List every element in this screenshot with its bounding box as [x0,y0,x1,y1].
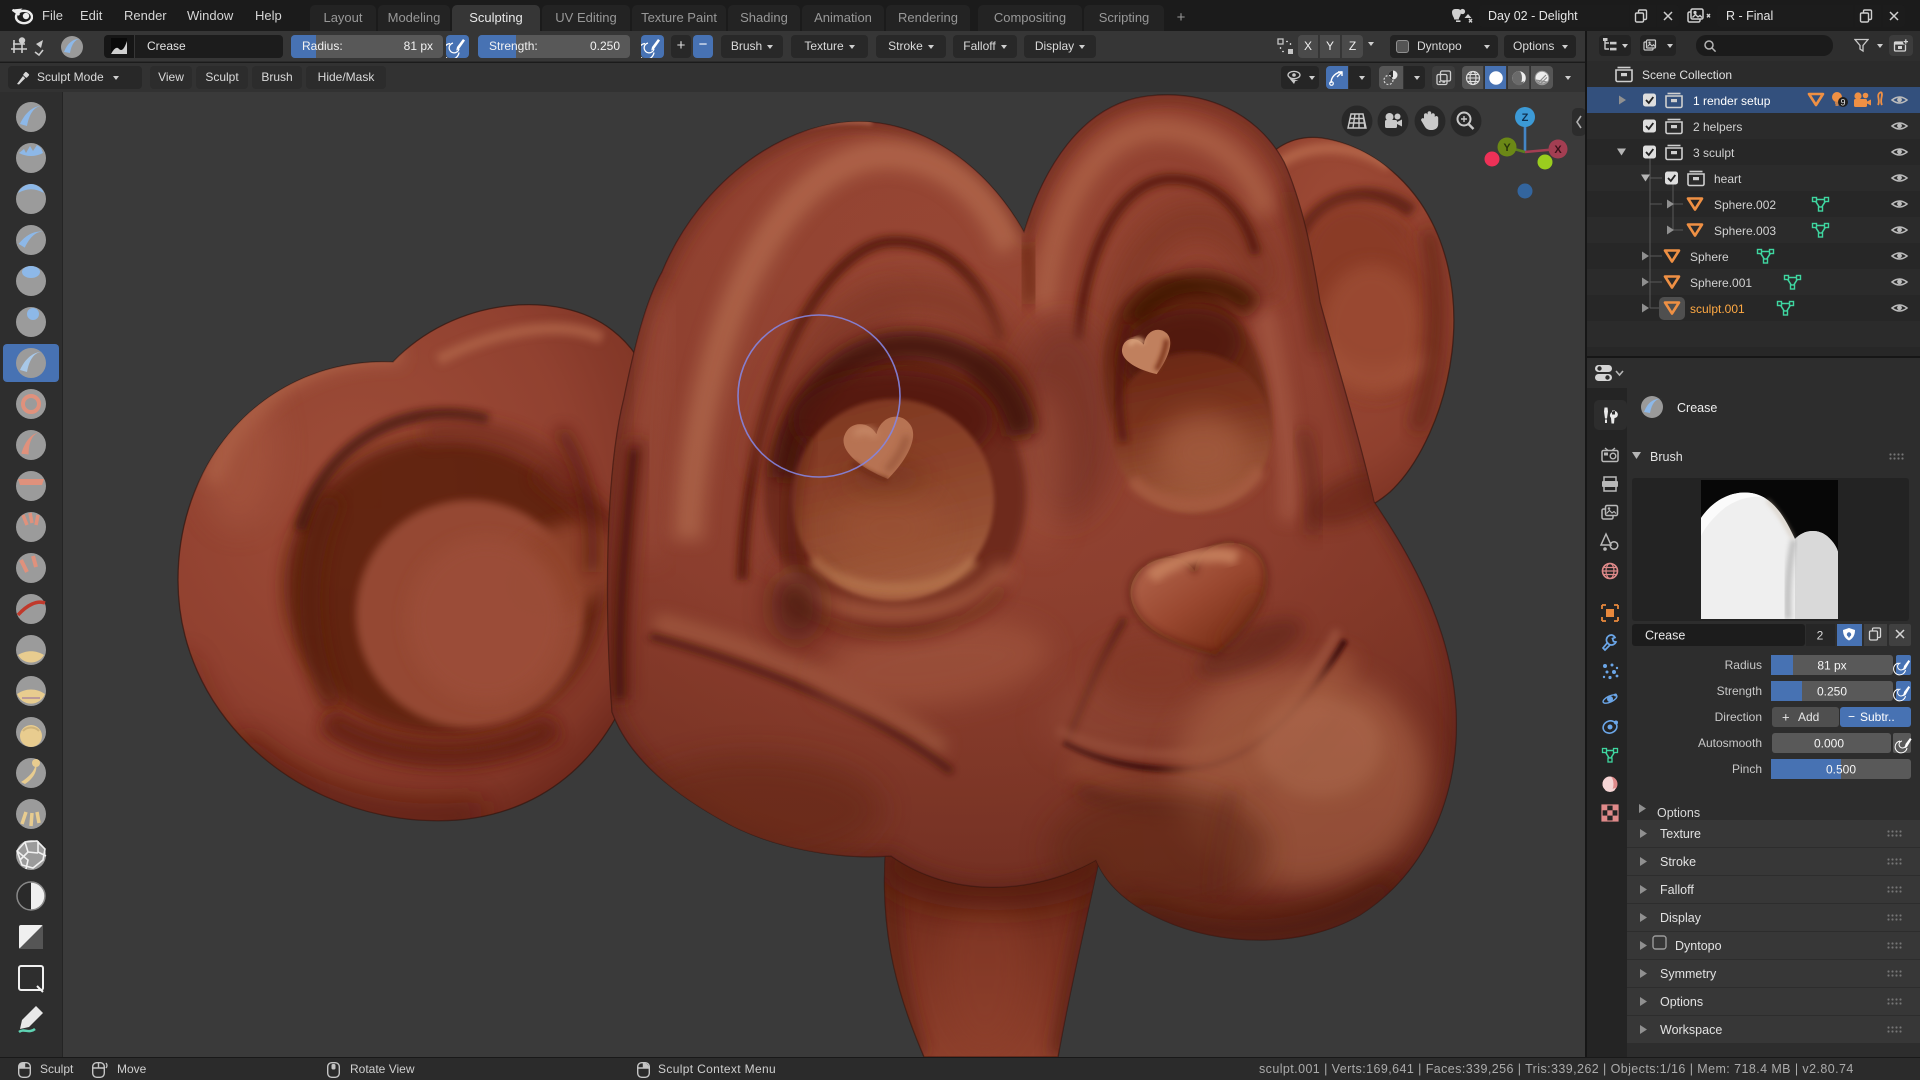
svg-text:Workspace: Workspace [1660,1023,1722,1037]
svg-text:Y: Y [1503,142,1511,154]
svg-text:Z: Z [1522,112,1529,124]
svg-text:9: 9 [1840,98,1845,108]
svg-text:Stroke: Stroke [1660,855,1696,869]
svg-text:sculpt.001: sculpt.001 [1690,302,1745,316]
svg-text:0.000: 0.000 [1814,737,1844,751]
svg-text:Direction: Direction [1715,710,1762,724]
svg-text:Falloff: Falloff [1660,883,1694,897]
svg-text:Pinch: Pinch [1732,762,1762,776]
svg-text:0.250: 0.250 [1817,685,1847,699]
svg-text:Radius: Radius [1725,658,1762,672]
svg-text:2 helpers: 2 helpers [1693,120,1742,134]
svg-text:Options: Options [1657,806,1700,820]
svg-text:1 render setup: 1 render setup [1693,94,1771,108]
svg-text:Brush: Brush [1650,450,1683,464]
svg-text:Crease: Crease [1677,401,1717,415]
svg-text:Sphere.003: Sphere.003 [1714,224,1776,238]
svg-text:Strength: Strength [1717,684,1762,698]
svg-text:Options: Options [1660,995,1703,1009]
svg-text:Crease: Crease [1645,629,1685,643]
svg-text:−: − [1848,710,1855,724]
svg-text:Dyntopo: Dyntopo [1675,939,1722,953]
svg-text:Autosmooth: Autosmooth [1698,736,1762,750]
svg-text:Symmetry: Symmetry [1660,967,1717,981]
svg-text:0.500: 0.500 [1826,763,1856,777]
svg-text:3 sculpt: 3 sculpt [1693,146,1735,160]
svg-text:Add: Add [1798,710,1819,724]
svg-text:Texture: Texture [1660,827,1701,841]
svg-text:Subtr..: Subtr.. [1860,710,1895,724]
svg-text:Sphere.002: Sphere.002 [1714,198,1776,212]
svg-text:Scene Collection: Scene Collection [1642,68,1732,82]
svg-text:2: 2 [1817,629,1824,643]
svg-text:+: + [1782,710,1790,725]
svg-text:Sphere.001: Sphere.001 [1690,276,1752,290]
svg-text:heart: heart [1714,172,1742,186]
svg-text:81 px: 81 px [1817,659,1846,673]
svg-text:Display: Display [1660,911,1702,925]
svg-text:X: X [1554,144,1562,156]
svg-text:Sphere: Sphere [1690,250,1729,264]
